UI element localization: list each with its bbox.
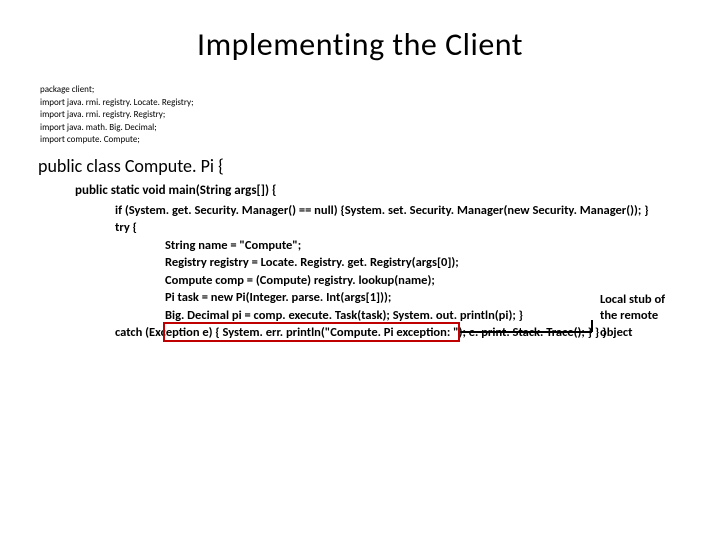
code-line-highlighted: Compute comp = (Compute) registry. looku… [165, 272, 720, 290]
code-line: try { [115, 219, 720, 237]
code-line: if (System. get. Security. Manager() == … [115, 202, 720, 220]
imports-block: package client; import java. rmi. regist… [0, 84, 720, 155]
import-line: import java. rmi. registry. Registry; [40, 109, 720, 122]
annotation-line: the remote [600, 308, 690, 324]
code-line: Registry registry = Locate. Registry. ge… [165, 254, 720, 272]
code-line: String name = "Compute"; [165, 237, 720, 255]
import-line: import java. rmi. registry. Locate. Regi… [40, 97, 720, 110]
annotation-line: Local stub of [600, 292, 690, 308]
annotation-line: object [600, 325, 690, 341]
import-line: package client; [40, 84, 720, 97]
callout-annotation: Local stub of the remote object [600, 292, 690, 341]
class-declaration: public class Compute. Pi { [0, 155, 720, 183]
method-declaration: public static void main(String args[]) { [0, 183, 720, 202]
import-line: import java. math. Big. Decimal; [40, 122, 720, 135]
import-line: import compute. Compute; [40, 134, 720, 147]
slide-title: Implementing the Client [0, 0, 720, 84]
